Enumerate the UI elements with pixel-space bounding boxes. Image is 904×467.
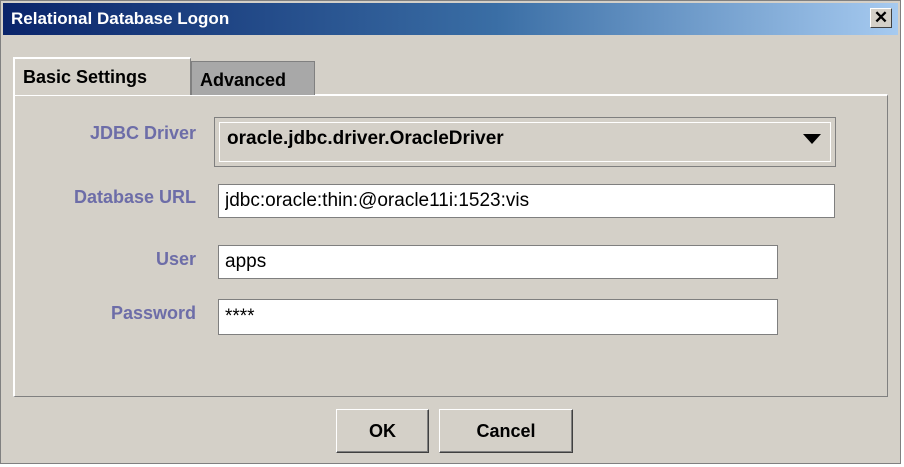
jdbc-driver-select[interactable]: oracle.jdbc.driver.OracleDriver [214, 117, 836, 167]
close-icon: ✕ [873, 8, 889, 27]
window-title: Relational Database Logon [11, 9, 230, 28]
password-label: Password [110, 303, 196, 323]
logon-dialog: Relational Database Logon ✕ Basic Settin… [0, 0, 901, 464]
jdbc-driver-value: oracle.jdbc.driver.OracleDriver [227, 128, 504, 149]
database-url-label: Database URL [73, 187, 196, 207]
tab-advanced[interactable]: Advanced [191, 61, 315, 95]
cancel-button[interactable]: Cancel [439, 409, 573, 453]
jdbc-driver-label: JDBC Driver [89, 123, 196, 143]
tab-basic-settings[interactable]: Basic Settings [13, 57, 191, 95]
close-button[interactable]: ✕ [870, 8, 892, 28]
user-field[interactable] [218, 245, 778, 279]
title-bar[interactable]: Relational Database Logon ✕ [3, 3, 898, 35]
ok-button[interactable]: OK [336, 409, 429, 453]
password-field[interactable] [218, 299, 778, 335]
chevron-down-icon[interactable] [803, 134, 821, 144]
user-label: User [155, 249, 196, 269]
database-url-field[interactable] [218, 184, 835, 218]
